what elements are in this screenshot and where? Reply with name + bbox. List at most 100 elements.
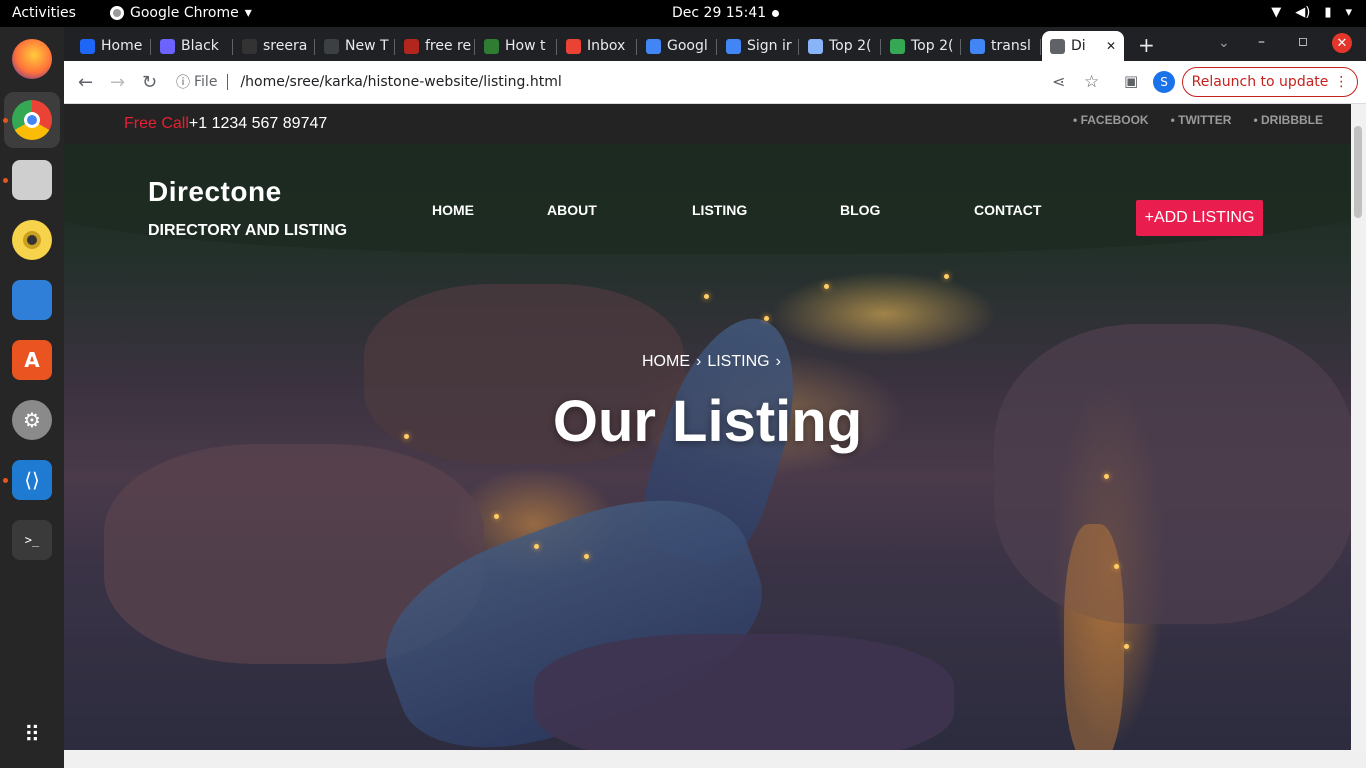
system-top-bar: Activities Google Chrome ▾ Dec 29 15:41 … — [0, 0, 1366, 27]
nav-blog[interactable]: BLOG — [840, 202, 880, 218]
profile-avatar[interactable]: S — [1153, 71, 1175, 93]
dribbble-link[interactable]: DRIBBBLE — [1253, 113, 1323, 127]
browser-tab[interactable]: How t — [476, 31, 554, 61]
address-bar[interactable]: ⓘ File /home/sree/karka/histone-website/… — [172, 67, 1082, 97]
tab-label: Di — [1071, 38, 1086, 54]
nav-home[interactable]: HOME — [432, 202, 474, 218]
browser-tab[interactable]: Home — [72, 31, 148, 61]
tab-search-icon[interactable]: ⌄ — [1218, 35, 1230, 51]
tab-strip: Home Black sreera New T free re How t Inbox Goo… — [64, 27, 1366, 61]
street-light — [584, 554, 589, 559]
browser-tab[interactable]: Googl — [638, 31, 714, 61]
tab-favicon-icon — [484, 38, 499, 54]
browser-tab[interactable]: Di ✕ — [1042, 31, 1124, 61]
close-tab-icon[interactable]: ✕ — [1106, 39, 1116, 53]
site-top-bar: Free Call+1 1234 567 89747 FACEBOOK TWIT… — [64, 104, 1351, 144]
browser-tab[interactable]: sreera — [234, 31, 312, 61]
firefox-icon[interactable] — [12, 39, 52, 79]
app-menu[interactable]: Google Chrome ▾ — [110, 5, 252, 21]
maximize-button[interactable]: ◻ — [1298, 34, 1308, 48]
street-light — [494, 514, 499, 519]
tab-separator — [232, 39, 233, 55]
site-brand[interactable]: Directone DIRECTORY AND LISTING — [148, 176, 347, 240]
call-info: Free Call+1 1234 567 89747 — [124, 115, 327, 133]
app-name: Google Chrome — [130, 5, 239, 21]
file-label: File — [194, 74, 218, 90]
street-light — [1114, 564, 1119, 569]
street-light — [944, 274, 949, 279]
forward-icon[interactable]: → — [110, 72, 125, 93]
browser-tab[interactable]: Inbox — [558, 31, 634, 61]
street-light — [1104, 474, 1109, 479]
free-call-label: Free Call — [124, 115, 189, 132]
lit-street — [1064, 524, 1124, 750]
close-window-button[interactable]: ✕ — [1332, 33, 1352, 53]
chrome-icon[interactable] — [12, 100, 52, 140]
tab-separator — [960, 39, 961, 55]
battery-icon: ▮ — [1324, 5, 1332, 20]
relaunch-label: Relaunch to update — [1191, 74, 1329, 90]
bookmark-star-icon[interactable]: ☆ — [1084, 72, 1099, 92]
tab-favicon-icon — [324, 38, 339, 54]
social-links: FACEBOOK TWITTER DRIBBBLE — [1073, 113, 1323, 127]
url-text[interactable]: /home/sree/karka/histone-website/listing… — [240, 74, 561, 90]
page-scrollbar[interactable] — [1351, 104, 1366, 750]
running-indicator — [3, 118, 8, 123]
software-center-icon[interactable]: A — [12, 340, 52, 380]
nav-about[interactable]: ABOUT — [547, 202, 597, 218]
tab-favicon-icon — [80, 38, 95, 54]
nav-contact[interactable]: CONTACT — [974, 202, 1041, 218]
side-panel-icon[interactable]: ▣ — [1124, 72, 1138, 90]
system-tray[interactable]: ▼ ◀) ▮ ▾ — [1271, 5, 1352, 20]
rhythmbox-icon[interactable] — [12, 220, 52, 260]
tab-label: free re — [425, 38, 472, 54]
files-icon[interactable] — [12, 160, 52, 200]
browser-tab[interactable]: transl — [962, 31, 1038, 61]
nav-listing[interactable]: LISTING — [692, 202, 747, 218]
tab-label: Black — [181, 38, 219, 54]
tab-favicon-icon — [808, 38, 823, 54]
running-indicator — [3, 478, 8, 483]
browser-tab[interactable]: Sign ir — [718, 31, 796, 61]
tab-favicon-icon — [1050, 38, 1065, 54]
browser-tab[interactable]: New T — [316, 31, 392, 61]
tab-separator — [880, 39, 881, 55]
breadcrumb-listing[interactable]: LISTING — [707, 353, 769, 371]
browser-tab[interactable]: free re — [396, 31, 472, 61]
new-tab-button[interactable]: + — [1138, 33, 1155, 57]
browser-tab[interactable]: Top 2( — [800, 31, 878, 61]
activities-button[interactable]: Activities — [12, 5, 76, 21]
relaunch-button[interactable]: Relaunch to update ⋮ — [1182, 67, 1358, 97]
add-listing-button[interactable]: +ADD LISTING — [1136, 200, 1263, 236]
more-menu-icon: ⋮ — [1334, 74, 1349, 90]
breadcrumb: HOME › LISTING › — [642, 353, 781, 371]
info-icon[interactable]: ⓘ — [176, 72, 190, 92]
writer-icon[interactable] — [12, 280, 52, 320]
tab-favicon-icon — [242, 38, 257, 54]
scrollbar-thumb[interactable] — [1354, 126, 1362, 218]
clock[interactable]: Dec 29 15:41 — [672, 5, 766, 21]
twitter-link[interactable]: TWITTER — [1171, 113, 1231, 127]
tab-favicon-icon — [890, 38, 905, 54]
houses-foreground — [534, 634, 954, 750]
tab-favicon-icon — [970, 38, 985, 54]
running-indicator — [3, 178, 8, 183]
settings-gear-icon[interactable]: ⚙ — [12, 400, 52, 440]
app-grid-icon[interactable]: ⠿ — [12, 715, 52, 755]
tab-label: Googl — [667, 38, 708, 54]
vscode-icon[interactable]: ⟨⟩ — [12, 460, 52, 500]
tab-favicon-icon — [726, 38, 741, 54]
tab-separator — [1040, 39, 1041, 55]
facebook-link[interactable]: FACEBOOK — [1073, 113, 1149, 127]
browser-tab[interactable]: Top 2( — [882, 31, 958, 61]
share-icon[interactable]: ⋖ — [1052, 72, 1065, 91]
browser-tab[interactable]: Black — [152, 31, 230, 61]
reload-icon[interactable]: ↻ — [142, 72, 157, 93]
minimize-button[interactable]: – — [1258, 34, 1265, 50]
tab-label: How t — [505, 38, 546, 54]
breadcrumb-home[interactable]: HOME — [642, 353, 690, 371]
back-icon[interactable]: ← — [78, 72, 93, 93]
browser-toolbar: ← → ↻ ⓘ File /home/sree/karka/histone-we… — [64, 61, 1366, 104]
terminal-icon[interactable]: >_ — [12, 520, 52, 560]
phone-number[interactable]: +1 1234 567 89747 — [189, 115, 327, 132]
